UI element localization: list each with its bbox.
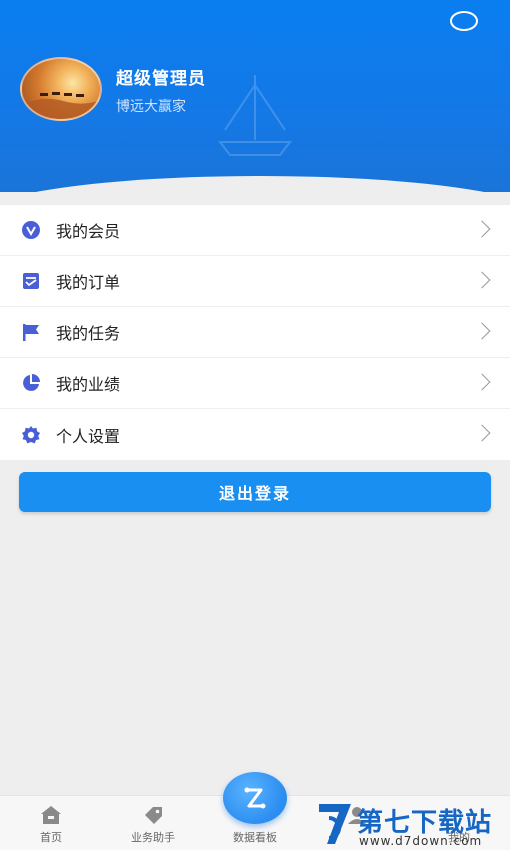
chevron-right-icon bbox=[473, 220, 491, 238]
menu-item-tasks[interactable]: 我的任务 bbox=[0, 307, 510, 358]
menu-item-label: 我的订单 bbox=[56, 273, 121, 292]
menu-item-performance[interactable]: 我的业绩 bbox=[0, 358, 510, 409]
menu-item-label: 我的任务 bbox=[56, 324, 121, 343]
menu-item-members[interactable]: 我的会员 bbox=[0, 205, 510, 256]
avatar[interactable] bbox=[20, 57, 102, 121]
tab-label: 数据看板 bbox=[233, 831, 277, 844]
circle-icon[interactable] bbox=[450, 11, 478, 31]
tab-label: 首页 bbox=[40, 831, 62, 844]
menu-item-label: 个人设置 bbox=[56, 426, 121, 446]
vip-icon bbox=[20, 219, 42, 241]
chevron-right-icon bbox=[473, 424, 491, 442]
menu-item-settings[interactable]: 个人设置 bbox=[0, 409, 510, 460]
ship-decoration-icon bbox=[217, 75, 293, 156]
chevron-right-icon bbox=[473, 373, 491, 391]
menu-item-label: 我的业绩 bbox=[56, 375, 121, 394]
pie-chart-icon bbox=[20, 372, 42, 394]
menu-item-label: 我的会员 bbox=[56, 222, 121, 241]
watermark-url: www.d7down.com bbox=[359, 834, 483, 848]
user-name: 超级管理员 bbox=[116, 69, 206, 89]
profile-header: 超级管理员 博远大赢家 bbox=[0, 0, 510, 192]
dashboard-center-button[interactable] bbox=[223, 772, 287, 824]
chevron-right-icon bbox=[473, 271, 491, 289]
dashboard-icon bbox=[244, 787, 266, 809]
tag-icon bbox=[145, 807, 162, 824]
order-icon bbox=[20, 270, 42, 292]
menu-list: 我的会员 我的订单 我的任务 我的业绩 个人设置 bbox=[0, 205, 510, 460]
chevron-right-icon bbox=[473, 322, 491, 340]
user-company: 博远大赢家 bbox=[116, 99, 186, 115]
tab-business-assistant[interactable]: 业务助手 bbox=[102, 796, 204, 850]
menu-item-orders[interactable]: 我的订单 bbox=[0, 256, 510, 307]
flag-icon bbox=[20, 321, 42, 343]
watermark: 第七下载站 www.d7down.com bbox=[315, 800, 510, 850]
header-wave bbox=[0, 176, 510, 192]
home-icon bbox=[41, 806, 61, 824]
logout-button[interactable]: 退出登录 bbox=[19, 472, 491, 512]
watermark-logo-icon bbox=[319, 804, 351, 844]
tab-home[interactable]: 首页 bbox=[0, 796, 102, 850]
gear-icon bbox=[20, 424, 42, 446]
tab-label: 业务助手 bbox=[131, 831, 175, 844]
